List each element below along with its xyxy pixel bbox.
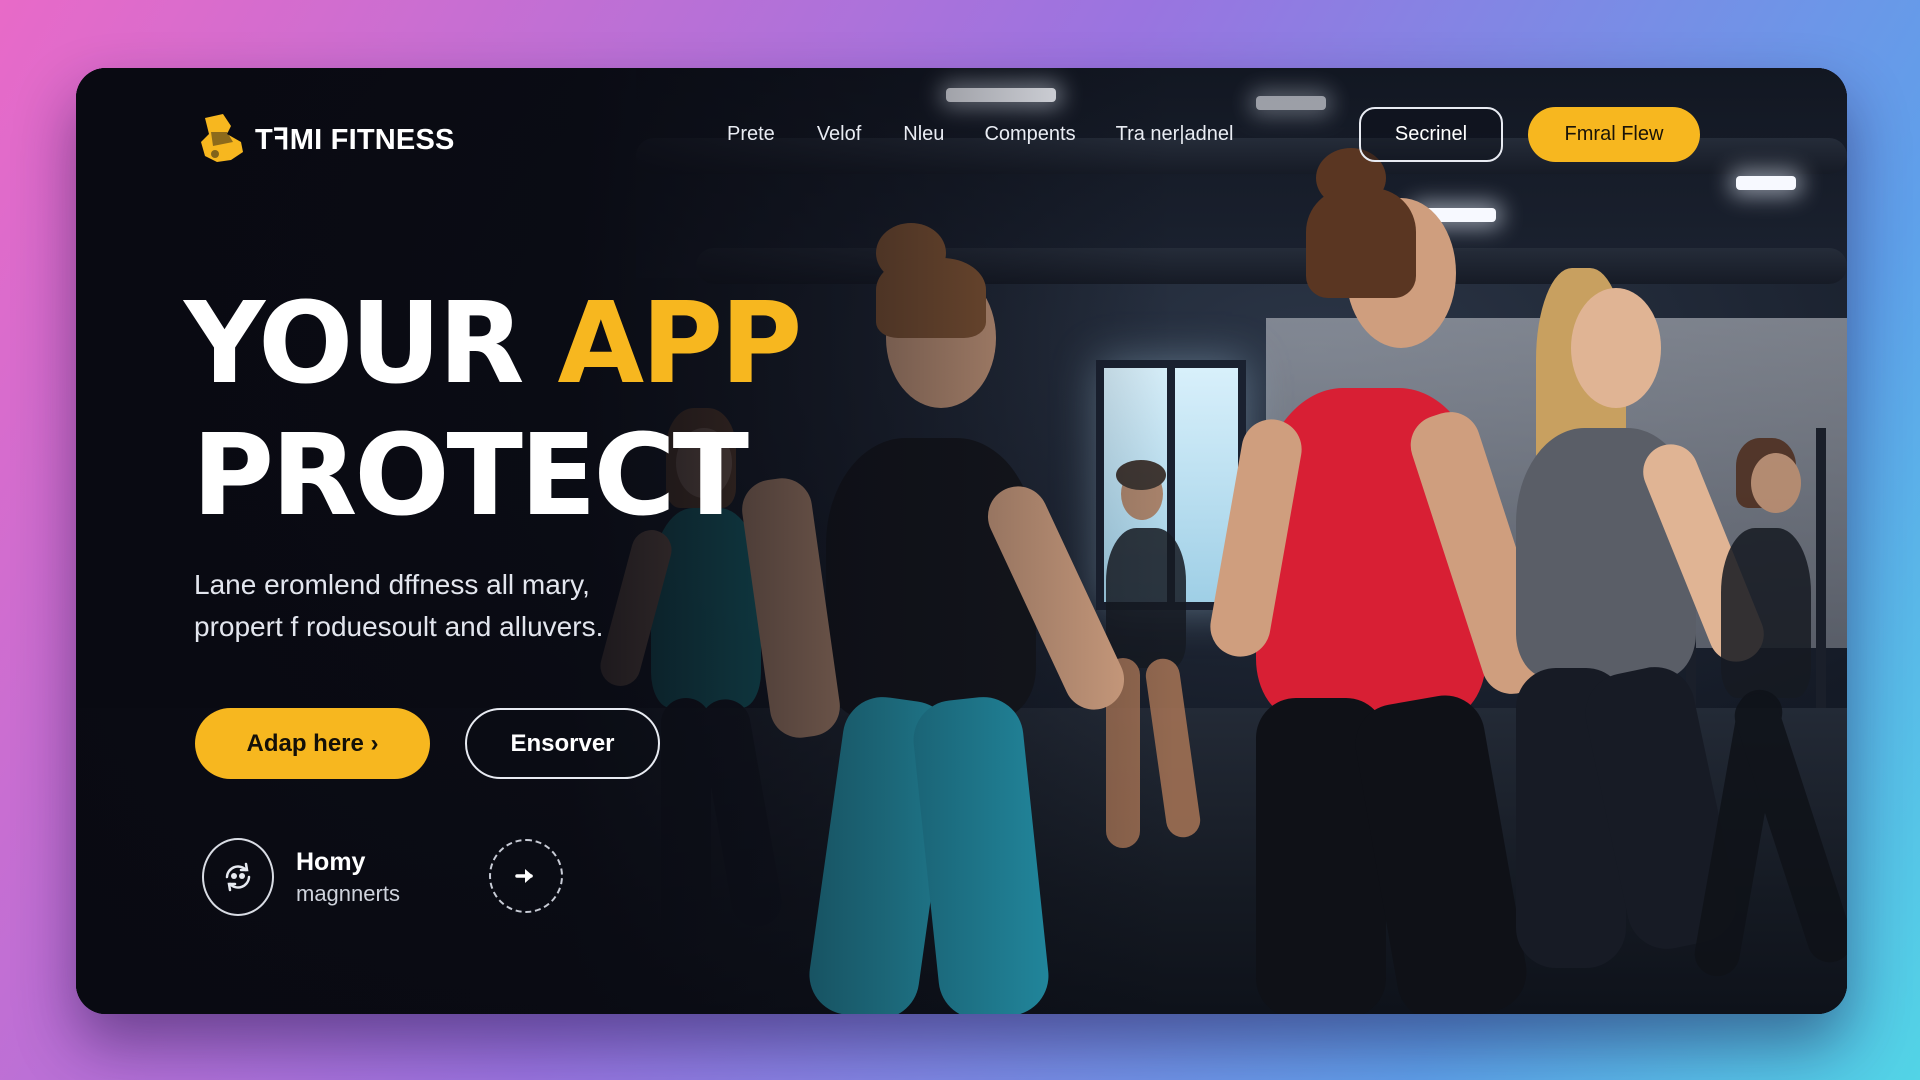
header-primary-button[interactable]: Fmral Flew <box>1528 107 1700 162</box>
brand-name: TꟻMI FITNESS <box>255 123 455 156</box>
hero-title-line2: PROTECT <box>192 411 749 542</box>
top-navigation-bar: TꟻMI FITNESS Prete Velof Nleu Compents T… <box>76 68 1847 198</box>
secondary-cta-button[interactable]: Ensorver <box>465 708 660 779</box>
nav-item-1[interactable]: Prete <box>727 123 775 146</box>
hero-subtitle-line1: Lane eromlend dffness all mary, <box>194 569 590 600</box>
feature-subtitle: magnnerts <box>296 880 400 906</box>
refresh-people-icon[interactable] <box>202 838 274 916</box>
nav-item-5[interactable]: Tra ner|adnel <box>1116 123 1234 146</box>
primary-cta-button[interactable]: Adap here › <box>195 708 430 779</box>
feature-title: Homy <box>296 847 366 876</box>
nav-item-3[interactable]: Nleu <box>903 123 944 146</box>
feature-text: Homy magnnerts <box>296 848 400 907</box>
hero-subtitle-line2: propert f roduesoult and alluvers. <box>194 611 604 642</box>
nav-item-2[interactable]: Velof <box>817 123 861 146</box>
arrow-right-icon[interactable] <box>489 839 563 913</box>
shoe-icon <box>197 112 247 166</box>
header-secondary-button[interactable]: Secrinel <box>1359 107 1503 162</box>
hero-title-white: YOUR <box>184 279 558 409</box>
hero-title-accent: APP <box>557 279 803 409</box>
hero-panel: TꟻMI FITNESS Prete Velof Nleu Compents T… <box>76 68 1847 1014</box>
hero-subtitle: Lane eromlend dffness all mary, propert … <box>194 564 714 648</box>
main-nav: Prete Velof Nleu Compents Tra ner|adnel <box>727 123 1233 146</box>
brand-logo[interactable]: TꟻMI FITNESS <box>197 112 455 166</box>
nav-item-4[interactable]: Compents <box>984 123 1075 146</box>
feature-highlight: Homy magnnerts <box>202 838 400 916</box>
hero-title: YOUR APP PROTECT <box>184 278 803 542</box>
